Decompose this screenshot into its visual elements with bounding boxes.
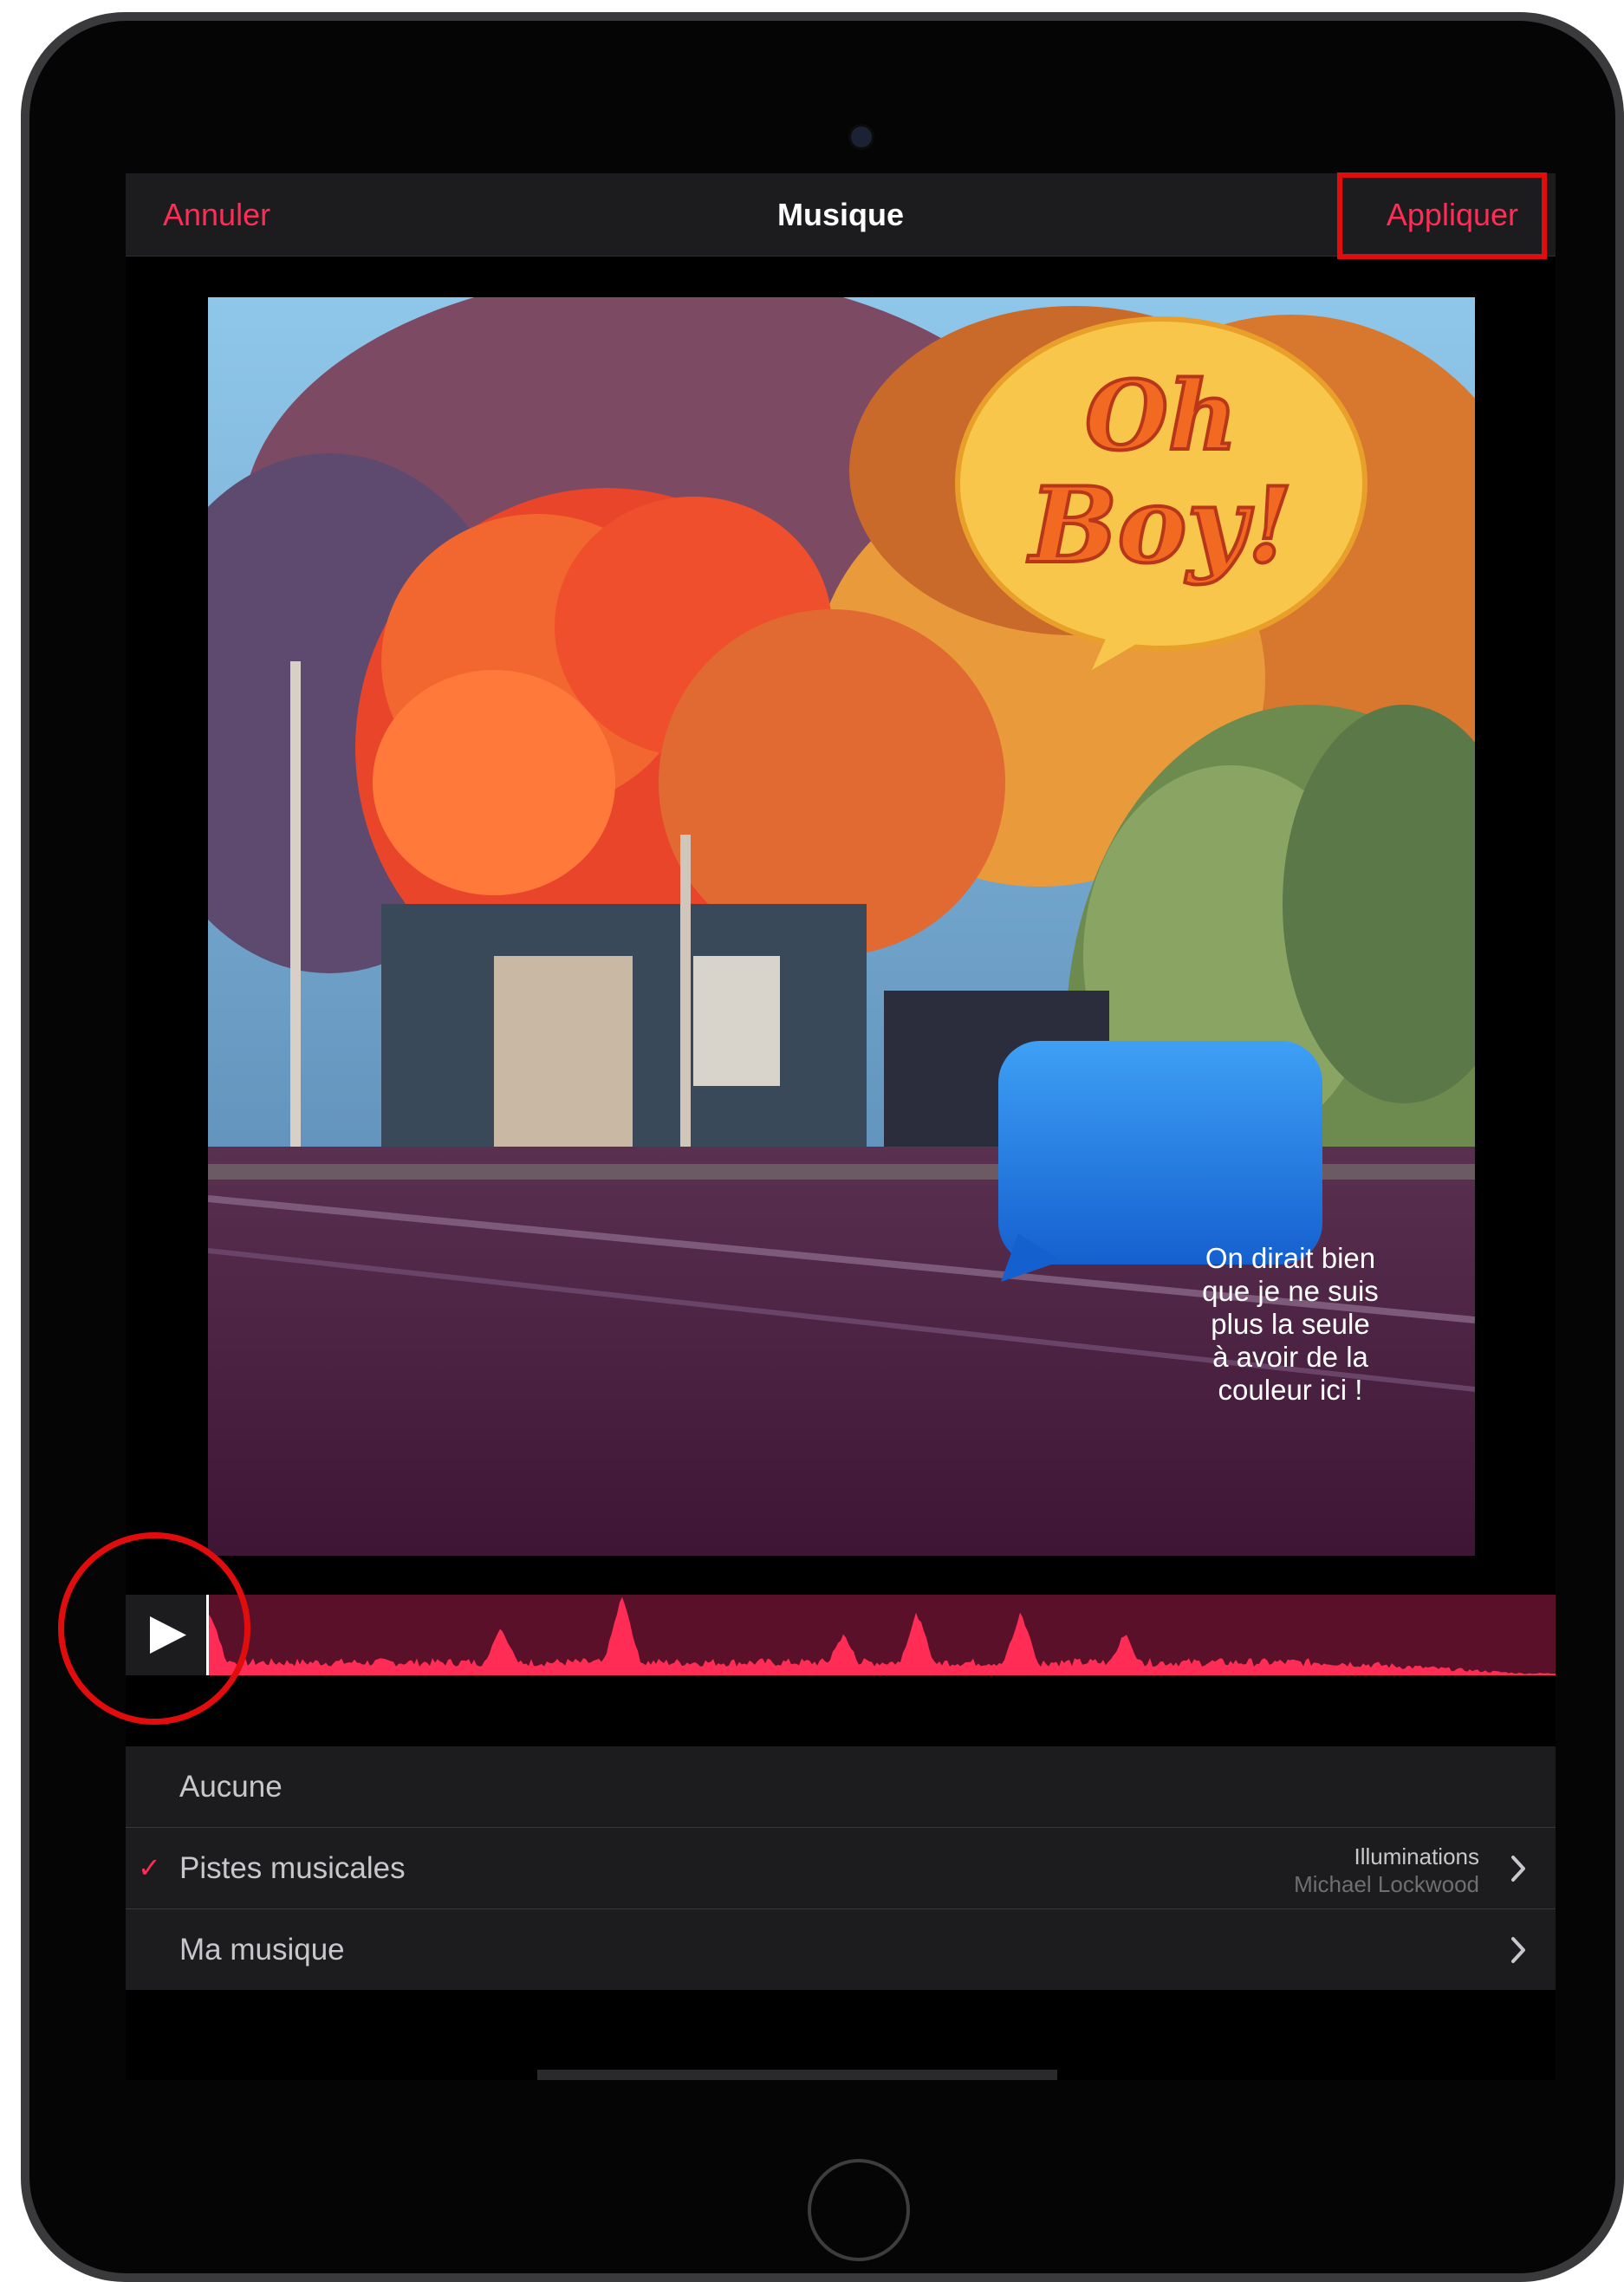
track-artist: Michael Lockwood [1294,1871,1479,1897]
speech-line: plus la seule [1211,1308,1370,1340]
music-source-list: Aucune ✓ Pistes musicales Illuminations … [126,1746,1556,1990]
chevron-right-icon [1505,1828,1531,1908]
chevron-right-icon [1505,1909,1531,1990]
speech-line: que je ne suis [1202,1275,1379,1307]
track-title: Illuminations [1354,1843,1479,1869]
screen: Annuler Musique Appliquer Oh Boy! On dir… [126,173,1556,2080]
audio-player [126,1595,1556,1675]
audio-waveform[interactable] [206,1595,1556,1675]
annotation-circle-play [58,1532,250,1725]
speech-bubble-text: On dirait bien que je ne suis plus la se… [1134,1242,1446,1407]
svg-text:Boy!: Boy! [1027,465,1293,587]
svg-text:Oh: Oh [1085,360,1237,471]
list-item-label: Pistes musicales [179,1851,406,1885]
list-item-label: Ma musique [179,1933,345,1967]
scroll-indicator [537,2070,1057,2080]
annotation-box-apply [1337,172,1547,259]
speech-line: couleur ici ! [1218,1374,1363,1406]
speech-line: à avoir de la [1212,1341,1368,1373]
list-item-pistes-musicales[interactable]: ✓ Pistes musicales Illuminations Michael… [126,1828,1556,1909]
front-camera [848,124,874,150]
home-button[interactable] [808,2159,910,2261]
selected-track-info: Illuminations Michael Lockwood [1294,1843,1479,1898]
checkmark-icon: ✓ [138,1852,161,1883]
list-item-label: Aucune [179,1770,283,1804]
list-item-ma-musique[interactable]: Ma musique [126,1909,1556,1990]
list-item-aucune[interactable]: Aucune [126,1746,1556,1828]
speech-line: On dirait bien [1205,1242,1376,1274]
